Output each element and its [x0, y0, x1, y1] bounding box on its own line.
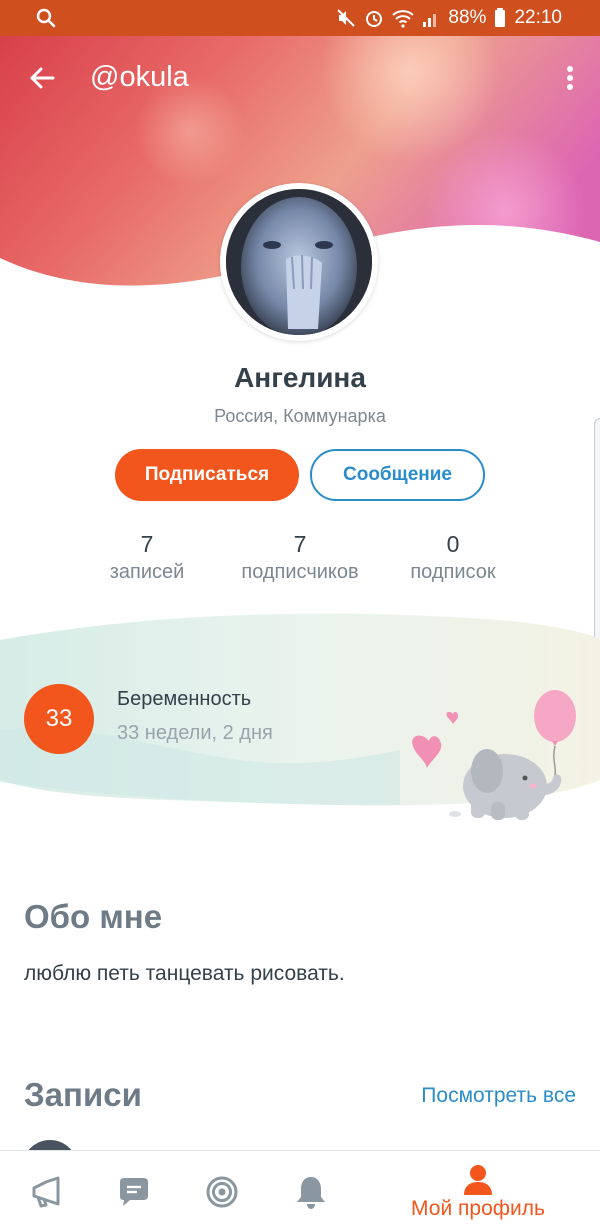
stat-posts[interactable]: 7 записей [62, 530, 232, 586]
stat-followers[interactable]: 7 подписчиков [215, 530, 385, 586]
subscribe-button[interactable]: Подписаться [115, 449, 299, 501]
nav-feed[interactable] [18, 1151, 74, 1232]
profile-name: Ангелина [234, 362, 366, 393]
search-icon [36, 8, 56, 28]
clock: 22:10 [514, 7, 562, 28]
avatar-photo [226, 189, 372, 335]
mute-icon [337, 9, 356, 27]
arrow-left-icon [30, 67, 55, 89]
nav-messages[interactable] [106, 1151, 162, 1232]
profile-username: @okula [90, 61, 189, 93]
more-options-button[interactable] [554, 58, 586, 98]
megaphone-icon [32, 1176, 60, 1208]
pregnancy-week-badge: 33 [24, 684, 94, 754]
stat-followers-count: 7 [293, 531, 307, 557]
nav-my-profile[interactable]: Мой профиль [396, 1151, 560, 1232]
person-icon [464, 1165, 492, 1195]
status-bar: 88% 22:10 [0, 0, 600, 36]
posts-title: Записи [24, 1076, 142, 1113]
profile-location: Россия, Коммунарка [214, 406, 386, 426]
nav-my-profile-label: Мой профиль [411, 1197, 545, 1220]
target-icon [206, 1176, 238, 1208]
pregnancy-duration: 33 недели, 2 дня [117, 722, 273, 744]
bottom-navigation: Мой профиль [0, 1150, 600, 1232]
see-all-posts-link[interactable]: Посмотреть все [421, 1084, 576, 1108]
bell-icon [297, 1177, 325, 1209]
battery-icon [495, 8, 506, 27]
back-button[interactable] [22, 58, 62, 98]
nav-discover[interactable] [194, 1151, 250, 1232]
battery-percent: 88% [448, 7, 487, 28]
about-title: Обо мне [24, 898, 163, 935]
alarm-icon [366, 11, 383, 27]
wifi-icon [392, 10, 415, 28]
more-vertical-icon [567, 66, 573, 90]
elephant-balloon-illustration [412, 690, 576, 820]
stat-following-count: 0 [446, 531, 460, 557]
stat-following-label: подписок [410, 561, 496, 583]
pregnancy-title: Беременность [117, 688, 252, 710]
message-button[interactable]: Сообщение [310, 449, 485, 501]
stat-posts-label: записей [109, 561, 185, 583]
chat-icon [120, 1178, 148, 1206]
signal-icon [423, 14, 437, 27]
stat-following[interactable]: 0 подписок [368, 530, 538, 586]
profile-avatar[interactable] [220, 183, 378, 341]
stat-followers-label: подписчиков [241, 561, 359, 583]
about-text: люблю петь танцевать рисовать. [24, 962, 345, 985]
stat-posts-count: 7 [140, 531, 154, 557]
nav-notifications[interactable] [283, 1151, 339, 1232]
